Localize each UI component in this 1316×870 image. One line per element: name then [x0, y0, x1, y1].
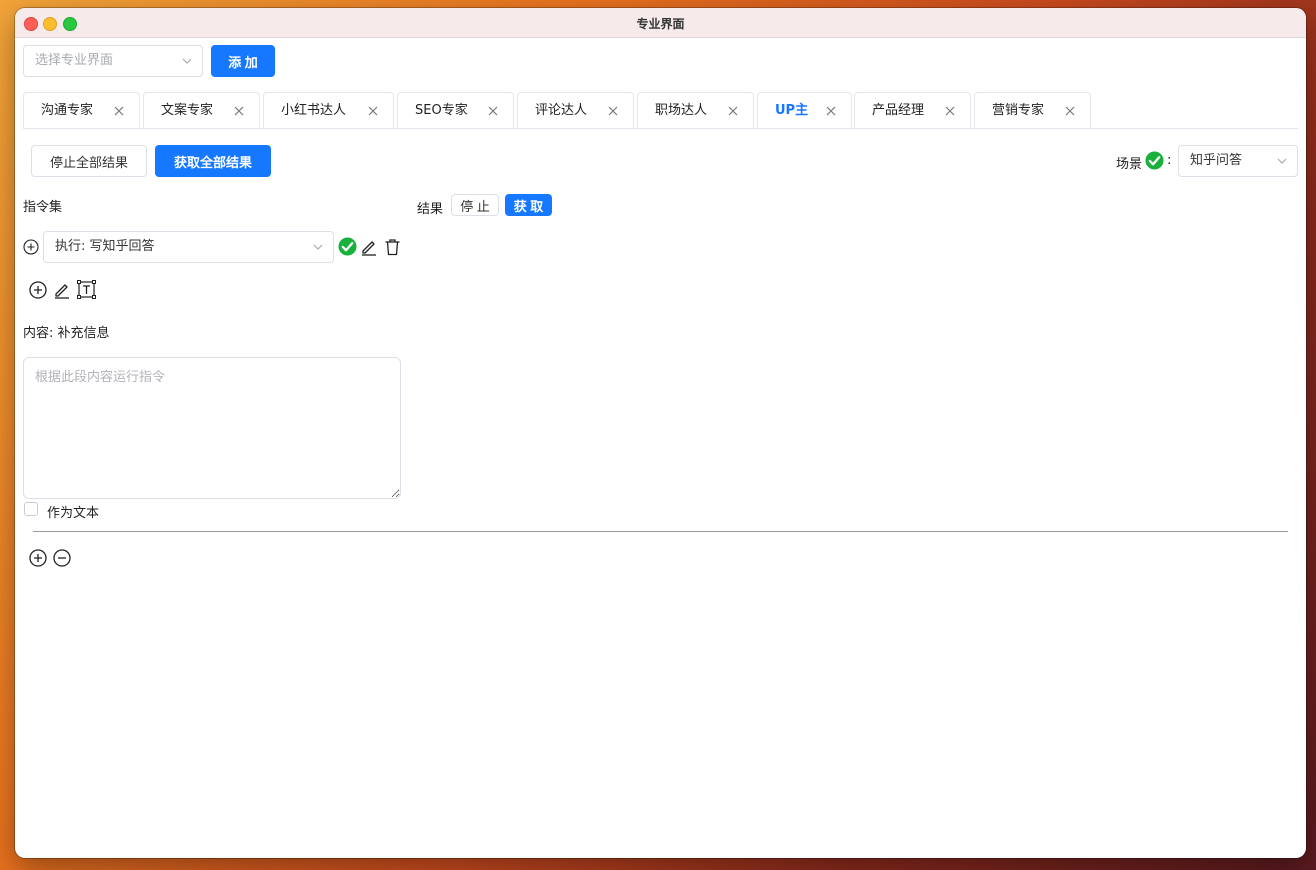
text-box-icon[interactable] [77, 280, 96, 299]
close-tab-icon[interactable] [728, 106, 738, 116]
title-bar: 专业界面 [15, 8, 1306, 38]
close-tab-icon[interactable] [608, 106, 618, 116]
profession-select[interactable]: 选择专业界面 [23, 45, 203, 77]
trash-icon[interactable] [384, 238, 401, 256]
tab-label: 职场达人 [655, 103, 708, 118]
tab-comment-expert[interactable]: 评论达人 [517, 92, 634, 128]
edit-pencil-icon[interactable] [360, 238, 378, 256]
scene-colon: : [1167, 153, 1172, 168]
edit-pencil-icon[interactable] [53, 281, 71, 299]
chevron-down-icon [182, 58, 192, 64]
close-tab-icon[interactable] [368, 106, 378, 116]
scene-label: 场景 [1116, 157, 1143, 172]
close-tab-icon[interactable] [1065, 106, 1075, 116]
close-tab-icon[interactable] [945, 106, 955, 116]
tab-communication-expert[interactable]: 沟通专家 [23, 92, 140, 128]
profession-select-placeholder: 选择专业界面 [35, 53, 114, 68]
section-divider [33, 531, 1288, 532]
tab-marketing-expert[interactable]: 营销专家 [974, 92, 1091, 128]
add-circle-icon[interactable] [23, 239, 39, 255]
tab-label: UP主 [775, 103, 809, 118]
result-get-button[interactable]: 获 取 [505, 194, 552, 216]
stop-all-results-button[interactable]: 停止全部结果 [31, 145, 147, 177]
tab-divider [23, 128, 1298, 129]
app-window: 专业界面 选择专业界面 添 加 沟通专家 文案专家 小红书达人 SEO专家 评论… [15, 8, 1306, 858]
close-tab-icon[interactable] [488, 106, 498, 116]
tab-label: 评论达人 [535, 103, 588, 118]
chevron-down-icon [313, 244, 323, 250]
get-all-results-button[interactable]: 获取全部结果 [155, 145, 271, 177]
chevron-down-icon [1277, 158, 1287, 164]
content-textarea[interactable] [23, 357, 401, 499]
close-tab-icon[interactable] [234, 106, 244, 116]
scene-select-value: 知乎问答 [1190, 153, 1243, 168]
add-circle-icon[interactable] [29, 281, 47, 299]
check-circle-icon [1145, 151, 1164, 170]
as-text-checkbox[interactable] [24, 502, 38, 516]
tab-product-manager[interactable]: 产品经理 [854, 92, 971, 128]
content-label: 内容: 补充信息 [23, 326, 110, 341]
tab-xiaohongshu-expert[interactable]: 小红书达人 [263, 92, 394, 128]
window-title: 专业界面 [636, 17, 685, 31]
tab-label: 小红书达人 [281, 103, 347, 118]
add-circle-icon[interactable] [29, 549, 47, 567]
tab-seo-expert[interactable]: SEO专家 [397, 92, 514, 128]
tab-label: SEO专家 [415, 103, 468, 118]
tab-label: 沟通专家 [41, 103, 94, 118]
result-stop-button[interactable]: 停 止 [451, 194, 499, 216]
command-select[interactable]: 执行: 写知乎回答 [43, 231, 334, 263]
add-button[interactable]: 添 加 [211, 45, 275, 77]
scene-select[interactable]: 知乎问答 [1178, 145, 1298, 177]
tab-copywriting-expert[interactable]: 文案专家 [143, 92, 260, 128]
tab-up-owner[interactable]: UP主 [757, 92, 852, 129]
check-circle-icon [338, 237, 357, 256]
tab-label: 营销专家 [992, 103, 1045, 118]
instruction-set-header: 指令集 [23, 200, 63, 215]
remove-circle-icon[interactable] [53, 549, 71, 567]
close-tab-icon[interactable] [114, 106, 124, 116]
tab-label: 产品经理 [872, 103, 925, 118]
tab-label: 文案专家 [161, 103, 214, 118]
result-label: 结果 [417, 202, 444, 217]
tab-workplace-expert[interactable]: 职场达人 [637, 92, 754, 128]
as-text-label: 作为文本 [47, 506, 100, 521]
close-tab-icon[interactable] [826, 106, 836, 116]
command-select-value: 执行: 写知乎回答 [55, 239, 155, 254]
